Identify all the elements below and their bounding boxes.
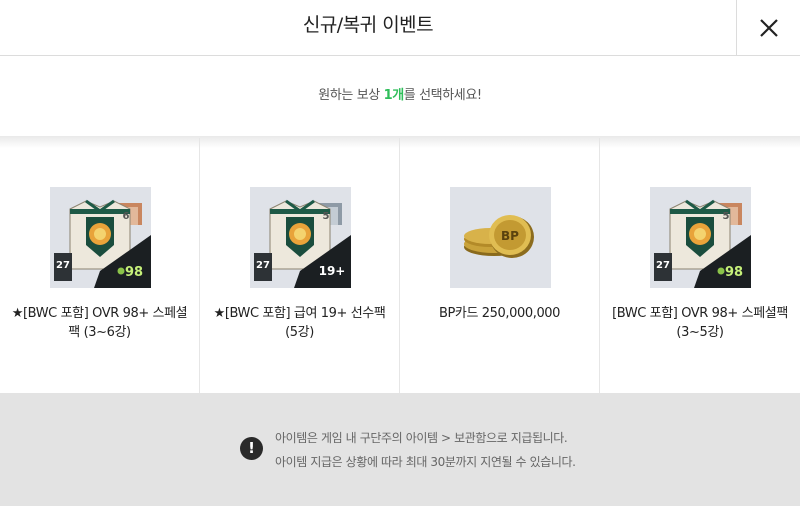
level-number: 5 xyxy=(323,211,330,222)
ovr-number: 27 xyxy=(256,260,270,271)
close-button[interactable] xyxy=(736,0,800,56)
reward-option-3[interactable]: BP BP카드 250,000,000 xyxy=(400,138,600,393)
notice-text: 아이템은 게임 내 구단주의 아이템 > 보관함으로 지급됩니다. 아이템 지급… xyxy=(275,426,576,474)
badge-number: 98 xyxy=(725,265,743,280)
badge-number: 98 xyxy=(125,265,143,280)
reward-label: BP카드 250,000,000 xyxy=(438,306,561,321)
level-number: 5 xyxy=(723,211,730,222)
notice-line: 아이템 지급은 상황에 따라 최대 30분까지 지연될 수 있습니다. xyxy=(275,455,576,469)
bp-coins-icon: BP xyxy=(450,187,551,288)
player-pack-icon: 27 5 98 xyxy=(650,187,751,288)
reward-label: ★[BWC 포함] 급여 19+ 선수팩 (5강) xyxy=(213,306,386,340)
notice-panel: ! 아이템은 게임 내 구단주의 아이템 > 보관함으로 지급됩니다. 아이템 … xyxy=(0,393,800,506)
instruction-suffix: 를 선택하세요! xyxy=(403,88,482,103)
selection-count: 1개 xyxy=(383,88,405,103)
ovr-number: 27 xyxy=(656,260,670,271)
exclamation-icon: ! xyxy=(240,437,263,460)
instruction-text: 원하는 보상 1개를 선택하세요! xyxy=(0,56,800,136)
reward-label: ★[BWC 포함] OVR 98+ 스페셜 팩 (3~6강) xyxy=(11,306,188,340)
instruction-prefix: 원하는 보상 xyxy=(318,88,384,103)
badge-number: 19+ xyxy=(319,264,346,278)
reward-option-1[interactable]: 27 6 98 ★[BWC 포함] OVR 98+ 스페셜 팩 (3~6강) xyxy=(0,138,200,393)
reward-option-4[interactable]: 27 5 98 [BWC 포함] OVR 98+ 스페셜팩 (3~5강) xyxy=(600,138,800,393)
modal-header: 신규/복귀 이벤트 xyxy=(0,0,800,56)
player-pack-icon: 27 5 19+ xyxy=(250,187,351,288)
reward-list: 27 6 98 ★[BWC 포함] OVR 98+ 스페셜 팩 (3~6강) 2… xyxy=(0,138,800,393)
player-pack-icon: 27 6 98 xyxy=(50,187,151,288)
reward-label: [BWC 포함] OVR 98+ 스페셜팩 (3~5강) xyxy=(612,306,788,340)
close-icon xyxy=(759,19,778,37)
coin-text: BP xyxy=(501,229,519,243)
notice-line: 아이템은 게임 내 구단주의 아이템 > 보관함으로 지급됩니다. xyxy=(275,431,568,445)
level-number: 6 xyxy=(123,211,130,222)
ovr-number: 27 xyxy=(56,260,70,271)
reward-option-2[interactable]: 27 5 19+ ★[BWC 포함] 급여 19+ 선수팩 (5강) xyxy=(200,138,400,393)
modal-title: 신규/복귀 이벤트 xyxy=(302,14,434,36)
